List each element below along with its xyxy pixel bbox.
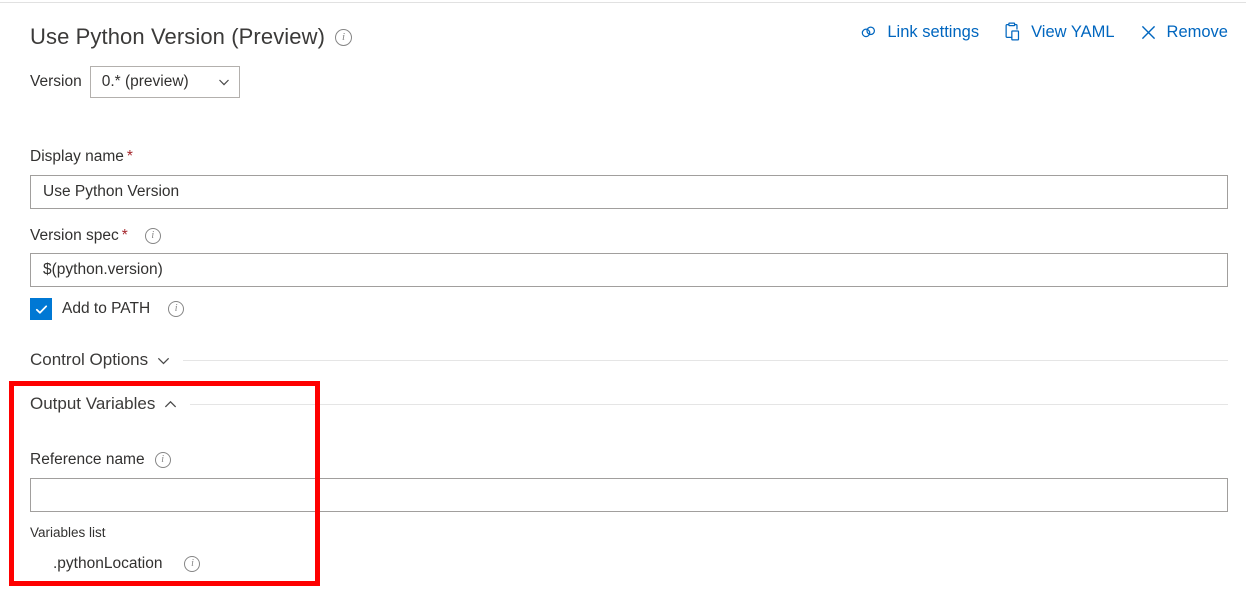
- version-spec-info-icon[interactable]: i: [145, 228, 161, 244]
- display-name-label: Display name: [30, 148, 124, 166]
- checkmark-icon: [34, 302, 49, 317]
- section-control-options[interactable]: Control Options: [30, 350, 1228, 370]
- title-info-icon[interactable]: i: [335, 29, 352, 46]
- version-spec-input[interactable]: [30, 253, 1228, 287]
- version-spec-label-row: Version spec * i: [30, 227, 161, 245]
- reference-name-input[interactable]: [30, 478, 1228, 512]
- page-title: Use Python Version (Preview): [30, 24, 325, 50]
- top-divider: [0, 2, 1246, 3]
- task-editor-panel: Use Python Version (Preview) i Link sett…: [0, 0, 1246, 592]
- version-label: Version: [30, 73, 82, 91]
- close-icon: [1139, 23, 1158, 42]
- clipboard-icon: [1003, 22, 1022, 42]
- remove-button[interactable]: Remove: [1139, 23, 1228, 42]
- version-select[interactable]: 0.* (preview): [90, 66, 240, 98]
- section-output-variables[interactable]: Output Variables: [30, 394, 1228, 414]
- variable-name: .pythonLocation: [53, 555, 162, 573]
- variable-info-icon[interactable]: i: [184, 556, 200, 572]
- reference-name-info-icon[interactable]: i: [155, 452, 171, 468]
- output-variables-divider: [190, 404, 1228, 405]
- version-select-value: 0.* (preview): [102, 73, 217, 91]
- version-spec-label: Version spec: [30, 227, 119, 245]
- control-options-divider: [183, 360, 1228, 361]
- view-yaml-button[interactable]: View YAML: [1003, 22, 1114, 42]
- add-to-path-row: Add to PATH i: [30, 298, 184, 320]
- link-settings-label: Link settings: [887, 23, 979, 42]
- add-to-path-info-icon[interactable]: i: [168, 301, 184, 317]
- list-item: .pythonLocation i: [53, 555, 200, 573]
- add-to-path-label: Add to PATH: [62, 300, 150, 318]
- display-name-input[interactable]: [30, 175, 1228, 209]
- link-settings-button[interactable]: Link settings: [859, 23, 979, 42]
- display-name-required-marker: *: [127, 148, 133, 166]
- reference-name-label: Reference name: [30, 451, 145, 469]
- link-icon: [859, 23, 878, 42]
- task-title-group: Use Python Version (Preview) i: [30, 24, 352, 50]
- view-yaml-label: View YAML: [1031, 23, 1114, 42]
- version-row: Version 0.* (preview): [30, 66, 240, 98]
- add-to-path-checkbox[interactable]: [30, 298, 52, 320]
- version-spec-required-marker: *: [122, 227, 128, 245]
- variables-list-label: Variables list: [30, 525, 106, 540]
- remove-label: Remove: [1167, 23, 1228, 42]
- chevron-down-icon: [217, 75, 231, 89]
- reference-name-label-row: Reference name i: [30, 451, 171, 469]
- display-name-label-row: Display name *: [30, 148, 133, 166]
- chevron-up-icon[interactable]: [163, 397, 178, 412]
- chevron-down-icon[interactable]: [156, 353, 171, 368]
- output-variables-title: Output Variables: [30, 394, 155, 414]
- header-actions: Link settings View YAML Remove: [859, 22, 1228, 42]
- control-options-title: Control Options: [30, 350, 148, 370]
